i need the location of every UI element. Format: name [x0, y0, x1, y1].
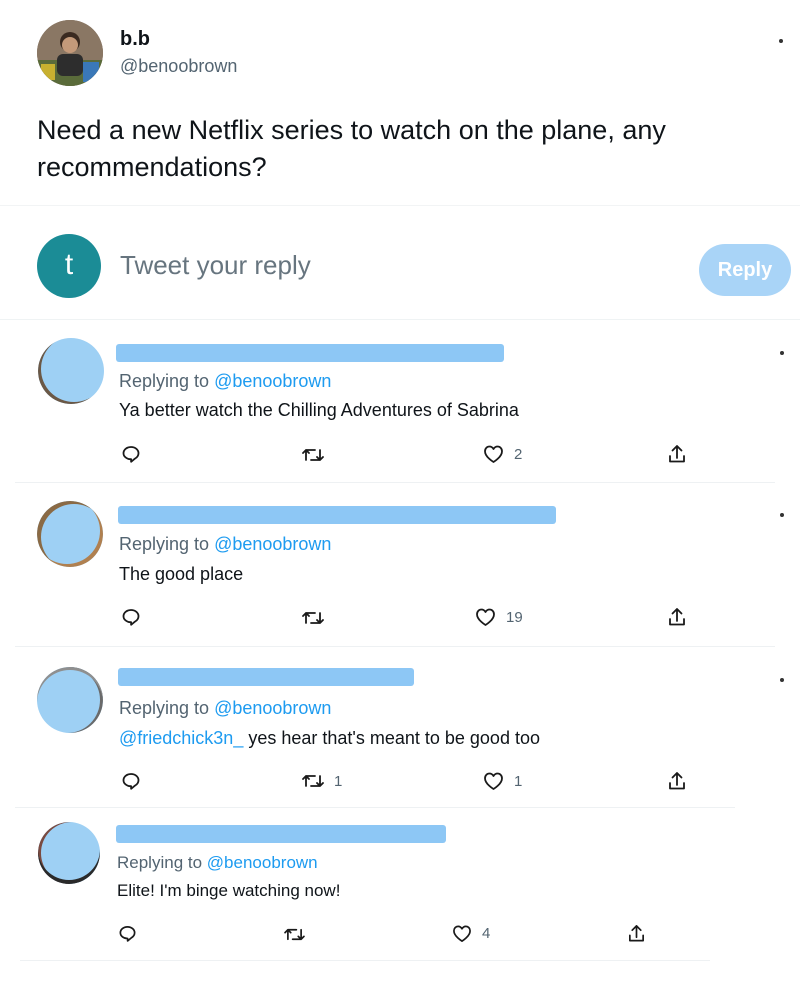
reply-avatar[interactable]: [37, 501, 103, 567]
reply-action[interactable]: [118, 924, 137, 943]
reply-text: Ya better watch the Chilling Adventures …: [119, 400, 519, 420]
replying-to: Replying to @benoobrown: [119, 698, 331, 719]
like-action[interactable]: 19: [475, 607, 523, 627]
redacted-username: [116, 825, 446, 843]
author-handle[interactable]: @benoobrown: [120, 56, 237, 77]
reply-text-body: yes hear that's meant to be good too: [243, 728, 540, 748]
reply-tweet[interactable]: Replying to @benoobrown Ya better watch …: [0, 320, 800, 482]
user-avatar[interactable]: t: [37, 234, 101, 298]
reply-tweet[interactable]: Replying to @benoobrown Elite! I'm binge…: [0, 808, 800, 958]
reply-action[interactable]: [121, 771, 141, 791]
reply-button[interactable]: Reply: [699, 244, 791, 296]
divider: [20, 960, 710, 961]
reply-action[interactable]: [121, 607, 141, 627]
share-icon: [669, 445, 685, 463]
more-options-icon[interactable]: [780, 513, 784, 517]
like-count: 1: [514, 772, 523, 790]
retweet-action[interactable]: [302, 446, 324, 464]
heart-icon: [484, 772, 503, 790]
share-icon: [669, 772, 685, 790]
replying-prefix: Replying to: [117, 853, 203, 872]
replying-prefix: Replying to: [119, 371, 210, 391]
tweet-text: Need a new Netflix series to watch on th…: [37, 115, 666, 182]
more-options-icon[interactable]: [779, 39, 783, 43]
heart-icon: [476, 608, 495, 626]
reply-tweet[interactable]: Replying to @benoobrown @friedchick3n_ y…: [0, 647, 800, 807]
replying-prefix: Replying to: [119, 698, 210, 718]
share-action[interactable]: [627, 923, 646, 944]
reply-text: The good place: [119, 564, 244, 584]
replying-prefix: Replying to: [119, 534, 210, 554]
author-avatar[interactable]: [37, 20, 103, 86]
reply-composer: t Reply: [0, 205, 800, 320]
reply-avatar[interactable]: [38, 822, 100, 884]
share-action[interactable]: [667, 770, 687, 792]
retweet-action[interactable]: 1: [302, 772, 342, 790]
like-count: 4: [482, 925, 491, 942]
replying-handle-link[interactable]: @benoobrown: [214, 534, 331, 554]
more-options-icon[interactable]: [780, 678, 784, 682]
reply-avatar[interactable]: [37, 667, 103, 733]
share-action[interactable]: [667, 443, 687, 465]
mention-link[interactable]: @friedchick3n_: [119, 728, 243, 748]
reply-text: @friedchick3n_ yes hear that's meant to …: [119, 728, 540, 749]
like-count: 19: [506, 608, 523, 626]
reply-tweet[interactable]: Replying to @benoobrown The good place 1…: [0, 483, 800, 646]
reply-text: Elite! I'm binge watching now!: [117, 881, 341, 900]
replying-to: Replying to @benoobrown: [119, 371, 331, 392]
redacted-username: [118, 668, 414, 686]
share-icon: [628, 925, 645, 942]
like-count: 2: [514, 445, 523, 463]
share-action[interactable]: [667, 606, 687, 628]
like-action[interactable]: 4: [452, 924, 490, 943]
reply-icon: [122, 773, 140, 790]
redacted-username: [116, 344, 504, 362]
more-options-icon[interactable]: [780, 351, 784, 355]
replying-handle-link[interactable]: @benoobrown: [214, 371, 331, 391]
author-name[interactable]: b.b: [120, 28, 150, 51]
replying-to: Replying to @benoobrown: [117, 853, 318, 873]
reply-icon: [119, 925, 136, 942]
retweet-action[interactable]: [284, 926, 305, 943]
retweet-icon: [302, 775, 324, 787]
reply-icon: [122, 609, 140, 626]
heart-icon: [484, 445, 503, 463]
reply-action[interactable]: [121, 444, 141, 464]
share-icon: [669, 608, 685, 626]
heart-icon: [453, 925, 471, 942]
retweet-icon: [302, 449, 324, 461]
main-tweet: b.b @benoobrown Need a new Netflix serie…: [0, 0, 800, 205]
reply-input[interactable]: [120, 250, 660, 281]
like-action[interactable]: 1: [483, 771, 522, 791]
redacted-username: [118, 506, 556, 524]
retweet-action[interactable]: [302, 609, 324, 627]
reply-avatar[interactable]: [38, 338, 104, 404]
like-action[interactable]: 2: [483, 444, 522, 464]
replying-to: Replying to @benoobrown: [119, 534, 331, 555]
replying-handle-link[interactable]: @benoobrown: [214, 698, 331, 718]
replying-handle-link[interactable]: @benoobrown: [207, 853, 318, 872]
retweet-icon: [284, 928, 305, 941]
retweet-icon: [302, 612, 324, 624]
retweet-count: 1: [334, 772, 343, 790]
reply-icon: [122, 446, 140, 463]
